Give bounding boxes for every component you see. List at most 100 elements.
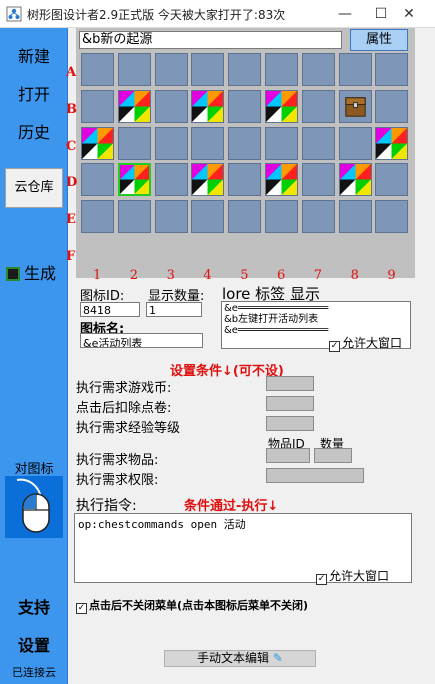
checkbox-label: 允许大窗口 xyxy=(329,569,390,583)
required-items-label: 执行需求物品: xyxy=(76,453,159,468)
menu-name-field[interactable]: &b新の起源 xyxy=(79,31,342,49)
grid-slot[interactable] xyxy=(265,200,298,234)
grid-slot[interactable] xyxy=(338,200,372,234)
generate-label: 生成 xyxy=(24,264,57,283)
icon-tile-icon xyxy=(119,165,149,195)
new-button[interactable]: 新建 xyxy=(0,43,68,67)
grid-slot[interactable] xyxy=(301,89,335,123)
grid-slot[interactable] xyxy=(338,163,372,197)
item-quantity-field[interactable] xyxy=(314,448,352,463)
grid-slot[interactable] xyxy=(191,89,225,123)
grid-slot[interactable] xyxy=(375,126,409,160)
grid-slot[interactable] xyxy=(191,53,225,86)
icon-tile-icon xyxy=(82,127,113,159)
permission-field[interactable] xyxy=(266,468,364,483)
grid-slot[interactable] xyxy=(117,200,151,234)
command-text: op:chestcommands open 活动 xyxy=(78,518,246,531)
column-label: 7 xyxy=(313,268,323,283)
grid-slot[interactable] xyxy=(154,89,188,123)
app-tree-icon xyxy=(6,6,22,22)
grid-slot[interactable] xyxy=(81,200,114,234)
keep-menu-open-checkbox[interactable]: ✓ 点击后不关闭菜单(点击本图标后菜单不关闭) xyxy=(76,597,308,614)
settings-button[interactable]: 设置 xyxy=(0,632,68,656)
grid-slot[interactable] xyxy=(375,89,409,123)
minimize-button[interactable]: — xyxy=(332,4,358,24)
icon-name-field[interactable]: &e活动列表 xyxy=(80,333,203,348)
grid-slot[interactable] xyxy=(81,163,114,197)
grid-slot[interactable] xyxy=(117,89,151,123)
grid-slot[interactable] xyxy=(228,163,262,197)
grid-slot[interactable] xyxy=(265,53,298,86)
attributes-tab[interactable]: 属性 xyxy=(350,29,408,51)
icon-tile-icon xyxy=(266,164,297,196)
column-label: 4 xyxy=(203,268,212,283)
grid-slot[interactable] xyxy=(81,126,114,160)
grid-slot[interactable] xyxy=(228,126,262,160)
generate-button[interactable]: 生成 xyxy=(6,260,56,284)
column-label: 6 xyxy=(277,268,286,283)
maximize-button[interactable]: ☐ xyxy=(368,4,394,24)
icon-tile-icon xyxy=(192,90,224,122)
icon-tile-icon xyxy=(376,127,408,159)
grid-slot[interactable] xyxy=(81,53,114,86)
mouse-icon[interactable] xyxy=(5,476,63,538)
history-button[interactable]: 历史 xyxy=(0,119,68,143)
grid-slot[interactable] xyxy=(117,53,151,86)
grid-slot[interactable] xyxy=(228,200,262,234)
grid-slot[interactable] xyxy=(228,53,262,86)
amount-field[interactable]: 1 xyxy=(146,302,202,317)
row-label: E xyxy=(66,212,76,228)
grid-slot[interactable] xyxy=(301,163,335,197)
points-field[interactable] xyxy=(266,396,314,411)
grid-slot[interactable] xyxy=(265,89,298,123)
grid-slot[interactable] xyxy=(338,89,372,123)
grid-slot[interactable] xyxy=(228,89,262,123)
checkbox-checked-icon: ✓ xyxy=(316,574,327,585)
column-label: 8 xyxy=(350,268,359,283)
row-label: A xyxy=(66,65,77,80)
game-money-field[interactable] xyxy=(266,376,314,391)
row-label: B xyxy=(66,101,77,117)
lore-line: &b左键打开活动列表 xyxy=(224,314,319,325)
grid-slot[interactable] xyxy=(191,200,225,234)
icon-section-label: 对图标 xyxy=(14,462,54,477)
grid-slot[interactable] xyxy=(265,163,298,197)
grid-slot[interactable] xyxy=(301,53,335,86)
grid-slot[interactable] xyxy=(81,89,114,123)
grid-slot[interactable] xyxy=(191,163,225,197)
icon-tile-icon xyxy=(266,90,297,122)
icon-tile-icon xyxy=(118,90,150,122)
icon-id-field[interactable]: 8418 xyxy=(80,302,140,317)
grid-slot[interactable] xyxy=(154,163,188,197)
grid-slot[interactable] xyxy=(375,163,409,197)
commands-large-window-checkbox[interactable]: ✓ 允许大窗口 xyxy=(316,567,389,585)
exp-level-field[interactable] xyxy=(266,416,314,431)
open-button[interactable]: 打开 xyxy=(0,81,68,105)
grid-slot[interactable] xyxy=(117,163,151,197)
grid-slot[interactable] xyxy=(375,53,409,86)
grid-slot[interactable] xyxy=(191,126,225,160)
grid-slot[interactable] xyxy=(265,126,298,160)
support-button[interactable]: 支持 xyxy=(0,594,68,618)
manual-text-edit-button[interactable]: 手动文本编辑 ✎ xyxy=(164,650,316,667)
grid-slot[interactable] xyxy=(338,126,372,160)
grid-slot[interactable] xyxy=(301,126,335,160)
close-button[interactable]: ✕ xyxy=(396,4,422,24)
column-label: 5 xyxy=(240,268,249,283)
grid-slot[interactable] xyxy=(301,200,335,234)
grid-slot[interactable] xyxy=(154,53,188,86)
checkbox-checked-icon: ✓ xyxy=(76,603,87,614)
grid-slot[interactable] xyxy=(338,53,372,86)
grid-slot[interactable] xyxy=(117,126,151,160)
grid-slot[interactable] xyxy=(154,126,188,160)
cloud-repo-button[interactable]: 云仓库 xyxy=(5,168,63,208)
grid-slot[interactable] xyxy=(154,200,188,234)
column-label: 3 xyxy=(166,268,175,283)
window-title: 树形图设计者2.9正式版 今天被大家打开了:83次 xyxy=(27,8,286,22)
lore-large-window-checkbox[interactable]: ✓ 允许大窗口 xyxy=(329,334,402,352)
column-label: 1 xyxy=(93,268,102,283)
grid-slot[interactable] xyxy=(375,200,409,234)
save-icon xyxy=(6,267,20,281)
points-label: 点击后扣除点卷: xyxy=(76,401,172,416)
item-id-field[interactable] xyxy=(266,448,310,463)
